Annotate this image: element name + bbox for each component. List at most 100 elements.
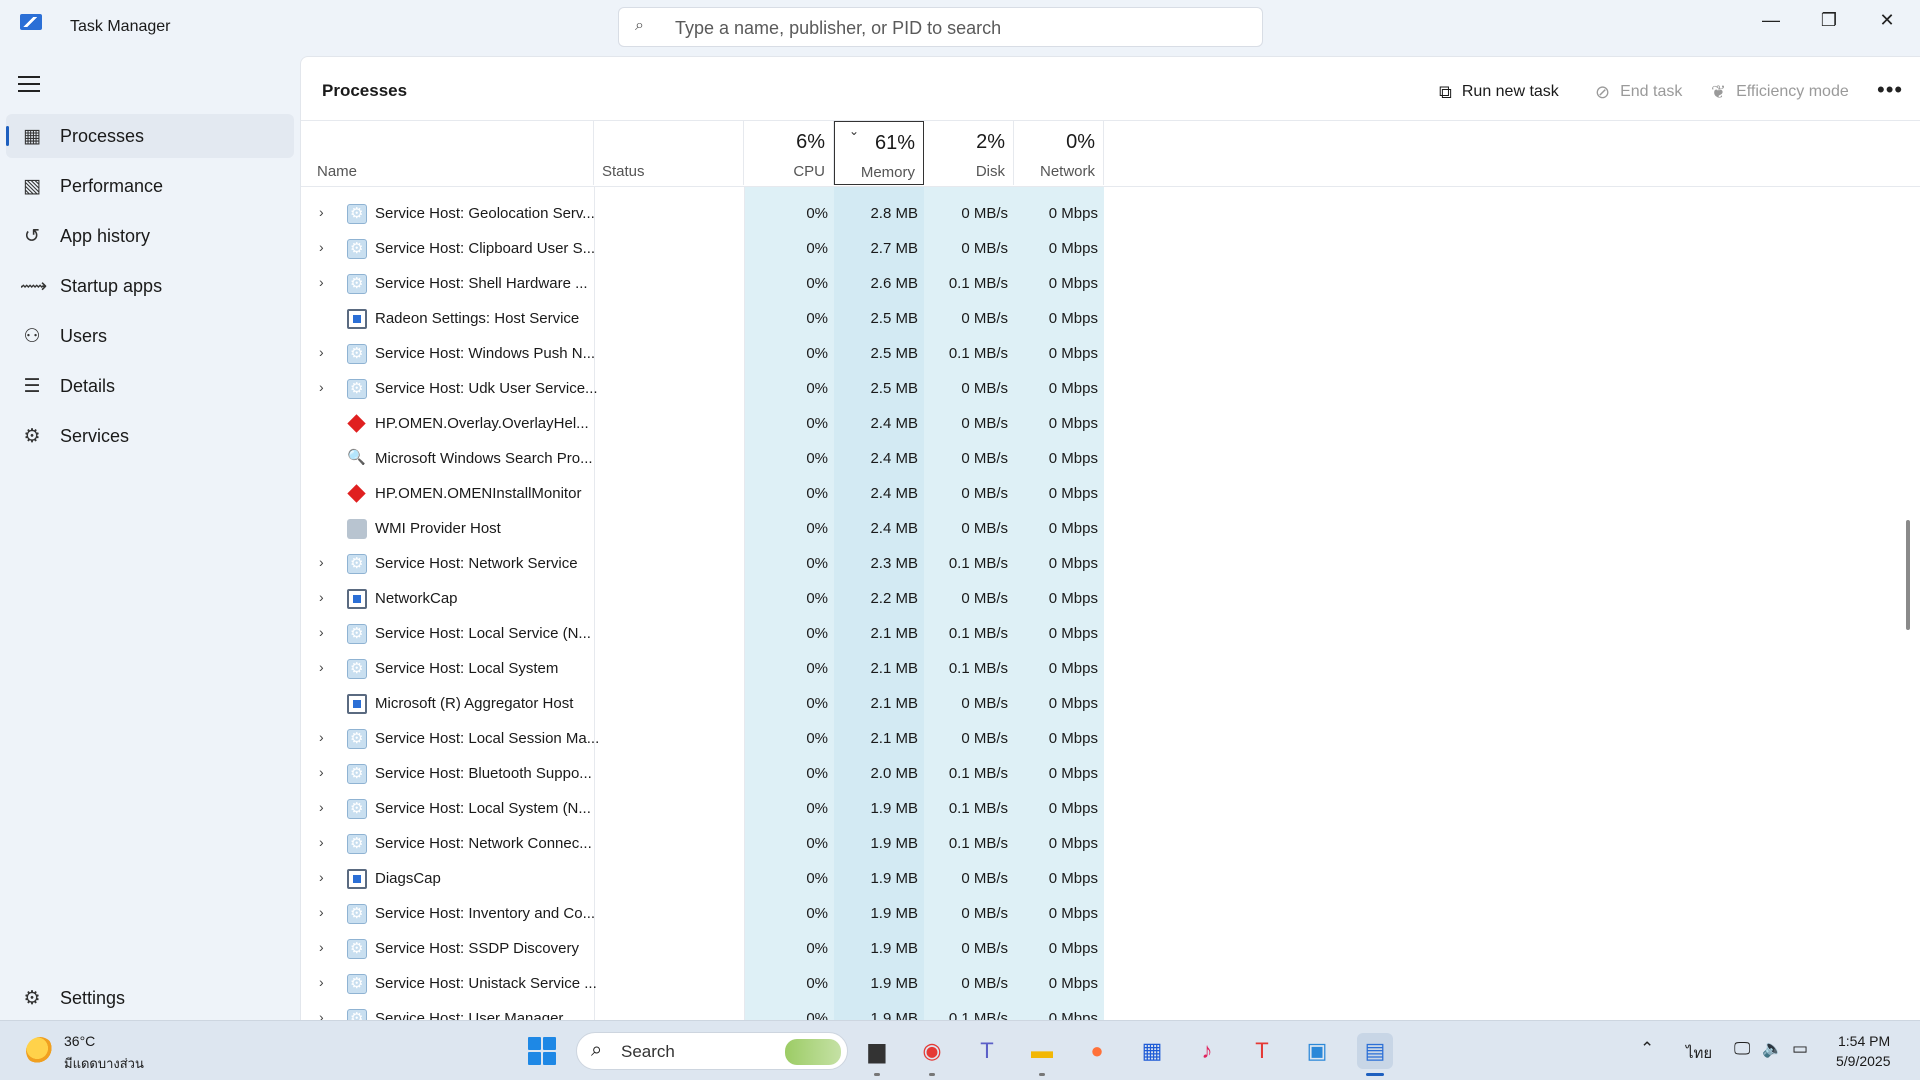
folder-icon[interactable]: ▬ [1024,1033,1060,1069]
table-row[interactable]: › Service Host: Network Connec... 0% 1.9 MB… [301,826,1920,861]
search-box[interactable]: ⌕ [618,7,1263,47]
service-gear-icon [347,274,367,294]
task-manager-icon[interactable]: ▤ [1357,1033,1393,1069]
sidebar-item-settings[interactable]: ⚙ Settings [6,976,294,1020]
column-header-status[interactable]: Status [594,121,744,185]
table-row[interactable]: › Service Host: Local Session Ma... 0% 2.1 … [301,721,1920,756]
maximize-button[interactable]: ❐ [1800,0,1858,40]
taskbar: 36°C มีแดดบางส่วน ⌕ Search ▆ ◉ T ▬ ● ▦ ♪ T ▣ ▤ ⌃ … [0,1020,1920,1080]
chevron-right-icon[interactable]: › [319,1009,324,1020]
table-row[interactable]: › Service Host: Geolocation Serv... 0% 2.8 … [301,196,1920,231]
volume-icon[interactable]: 🔈 [1762,1039,1783,1059]
more-options-button[interactable]: ••• [1877,75,1903,105]
service-gear-icon [347,799,367,819]
table-row[interactable]: › NetworkCap 0% 2.2 MB 0 MB/s 0 Mbps [301,581,1920,616]
table-row[interactable]: › Service Host: Local System (N... 0% 1.9 M… [301,791,1920,826]
control-panel-icon[interactable]: ▣ [1299,1033,1335,1069]
sidebar-item-services[interactable]: ⚙ Services [6,414,294,458]
chevron-right-icon[interactable]: › [319,379,324,395]
table-row[interactable]: › Service Host: Udk User Service... 0% 2.5 … [301,371,1920,406]
table-row[interactable]: › Service Host: Shell Hardware ... 0% 2.6 M… [301,266,1920,301]
table-row[interactable]: › Service Host: User Manager 0% 1.9 MB 0.1 M… [301,1001,1920,1020]
chevron-right-icon[interactable]: › [319,974,324,990]
sidebar-item-processes[interactable]: ▦ Processes [6,114,294,158]
table-row[interactable]: Microsoft Windows Search Pro... 0% 2.4 MB 0… [301,441,1920,476]
teams-icon[interactable]: T [969,1033,1005,1069]
table-row[interactable]: › Service Host: Bluetooth Suppo... 0% 2.0 M… [301,756,1920,791]
sidebar-item-users[interactable]: ⚇ Users [6,314,294,358]
table-row[interactable]: › DiagsCap 0% 1.9 MB 0 MB/s 0 Mbps [301,861,1920,896]
cpu-value: 0% [806,555,828,572]
chevron-right-icon[interactable]: › [319,729,324,745]
chevron-right-icon[interactable]: › [319,904,324,920]
chevron-right-icon[interactable]: › [319,589,324,605]
chevron-right-icon[interactable]: › [319,869,324,885]
tiktok-icon[interactable]: ♪ [1189,1033,1225,1069]
scrollbar-thumb[interactable] [1906,520,1910,630]
battery-icon[interactable]: ▭ [1792,1039,1808,1059]
clock-time[interactable]: 1:54 PM [1838,1033,1890,1049]
network-value: 0 Mbps [1048,450,1098,467]
chevron-right-icon[interactable]: › [319,624,324,640]
disk-value: 0 MB/s [961,450,1008,467]
chevron-right-icon[interactable]: › [319,344,324,360]
search-input[interactable] [675,16,1235,40]
efficiency-mode-button[interactable]: ❦ Efficiency mode [1711,77,1849,107]
weather-temperature[interactable]: 36°C [64,1033,95,1049]
network-value: 0 Mbps [1048,205,1098,222]
chevron-right-icon[interactable]: › [319,834,324,850]
clock-date[interactable]: 5/9/2025 [1836,1053,1891,1069]
taskbar-search[interactable]: ⌕ Search [576,1032,848,1070]
store-icon[interactable]: ▦ [1134,1033,1170,1069]
disk-value: 0 MB/s [961,380,1008,397]
sidebar-item-app-history[interactable]: ↺ App history [6,214,294,258]
chevron-right-icon[interactable]: › [319,204,324,220]
chevron-right-icon[interactable]: › [319,764,324,780]
table-row[interactable]: HP.OMEN.OMENInstallMonitor 0% 2.4 MB 0 MB/s… [301,476,1920,511]
table-row[interactable]: › Service Host: Network Service 0% 2.3 MB 0.… [301,546,1920,581]
cpu-value: 0% [806,730,828,747]
table-row[interactable]: › Service Host: Windows Push N... 0% 2.5 MB… [301,336,1920,371]
weather-sun-icon[interactable] [26,1037,54,1065]
column-header-network[interactable]: 0% Network [1014,121,1104,185]
process-table: › Service Host: Geolocation Serv... 0% 2.8 … [301,187,1920,1020]
network-monitor-icon[interactable]: 🖵 [1734,1039,1750,1059]
chevron-right-icon[interactable]: › [319,239,324,255]
sidebar-item-startup-apps[interactable]: ⟿ Startup apps [6,264,294,308]
chevron-right-icon[interactable]: › [319,274,324,290]
hamburger-menu-icon[interactable] [18,76,40,92]
run-new-task-label: Run new task [1461,83,1559,100]
table-row[interactable]: Radeon Settings: Host Service 0% 2.5 MB 0 M… [301,301,1920,336]
column-header-cpu[interactable]: 6% CPU [744,121,834,185]
column-header-name[interactable]: Name [301,121,594,185]
table-row[interactable]: Microsoft (R) Aggregator Host 0% 2.1 MB 0 M… [301,686,1920,721]
table-row[interactable]: HP.OMEN.Overlay.OverlayHel... 0% 2.4 MB 0 M… [301,406,1920,441]
start-windows-icon[interactable] [528,1037,556,1065]
language-indicator[interactable]: ไทย [1686,1041,1712,1065]
column-header-disk[interactable]: 2% Disk [924,121,1014,185]
table-row[interactable]: › Service Host: Clipboard User S... 0% 2.7 … [301,231,1920,266]
chevron-right-icon[interactable]: › [319,659,324,675]
column-header-memory[interactable]: ⌄ 61% Memory [834,121,924,185]
run-new-task-button[interactable]: ⧉ Run new task [1439,77,1559,107]
table-row[interactable]: › Service Host: SSDP Discovery 0% 1.9 MB 0 M… [301,931,1920,966]
close-button[interactable]: ✕ [1858,0,1916,40]
table-row[interactable]: › Service Host: Unistack Service ... 0% 1.9… [301,966,1920,1001]
table-row[interactable]: WMI Provider Host 0% 2.4 MB 0 MB/s 0 Mbps [301,511,1920,546]
chevron-up-icon[interactable]: ⌃ [1640,1039,1654,1059]
chevron-right-icon[interactable]: › [319,799,324,815]
weather-description[interactable]: มีแดดบางส่วน [64,1053,144,1074]
chrome-icon[interactable]: ◉ [914,1033,950,1069]
typeface-icon[interactable]: T [1244,1033,1280,1069]
table-row[interactable]: › Service Host: Local System 0% 2.1 MB 0.1 M… [301,651,1920,686]
sidebar-item-details[interactable]: ☰ Details [6,364,294,408]
minimize-button[interactable]: — [1742,0,1800,40]
file-explorer-dark-icon[interactable]: ▆ [859,1033,895,1069]
sidebar-item-performance[interactable]: ▧ Performance [6,164,294,208]
table-row[interactable]: › Service Host: Local Service (N... 0% 2.1 … [301,616,1920,651]
chevron-right-icon[interactable]: › [319,939,324,955]
table-row[interactable]: › Service Host: Inventory and Co... 0% 1.9 … [301,896,1920,931]
end-task-button[interactable]: ⊘ End task [1595,77,1682,107]
firefox-icon[interactable]: ● [1079,1033,1115,1069]
chevron-right-icon[interactable]: › [319,554,324,570]
